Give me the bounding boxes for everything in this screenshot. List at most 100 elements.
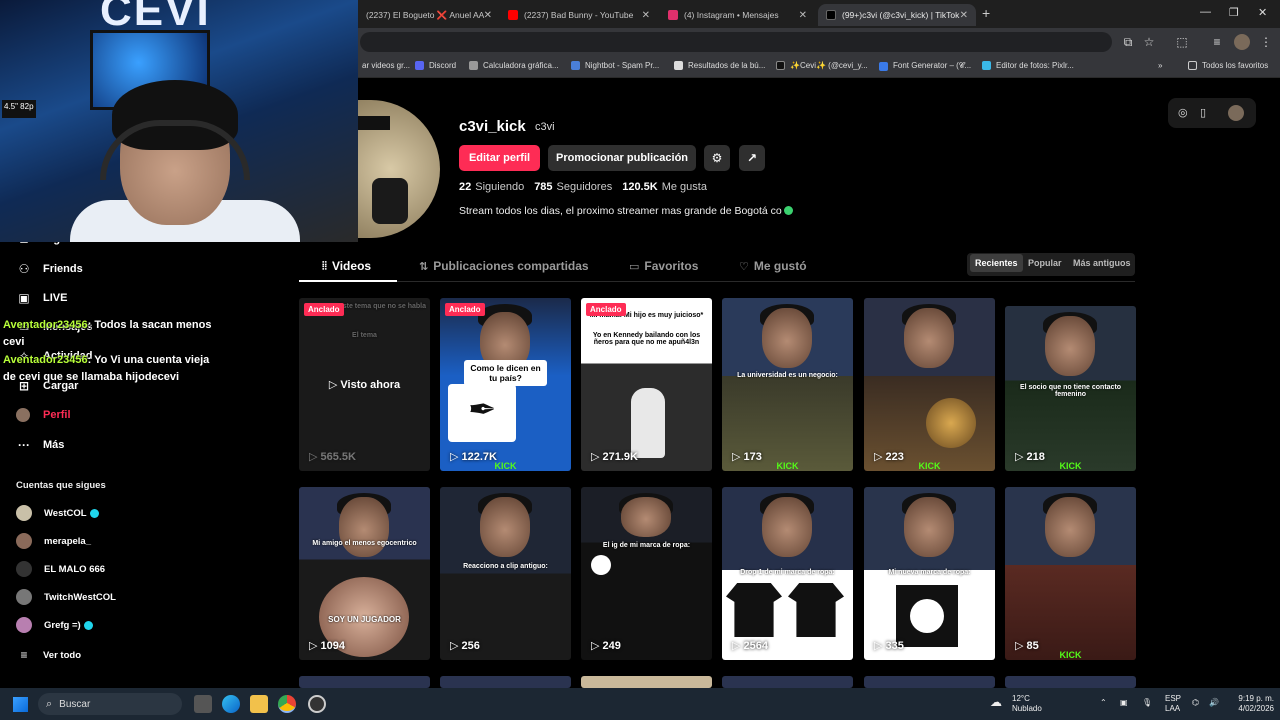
- sidebar-item-friends[interactable]: ⚇ Friends: [16, 262, 83, 276]
- profile-icon: [16, 408, 30, 422]
- tab-favorites[interactable]: ▭ Favoritos: [629, 259, 698, 273]
- see-all-link[interactable]: ≡ Ver todo: [16, 648, 81, 662]
- video-card[interactable]: [299, 676, 430, 688]
- clock[interactable]: 9:19 p. m. 4/02/2026: [1228, 694, 1274, 714]
- webcam-overlay: CEVI 4.5" 82p: [0, 0, 358, 242]
- tab-reposts[interactable]: ⇅ Publicaciones compartidas: [419, 259, 589, 273]
- video-card[interactable]: [581, 676, 712, 688]
- video-card[interactable]: [722, 676, 853, 688]
- video-card[interactable]: Mi amigo el menos egocentrico SOY UN JUG…: [299, 487, 430, 660]
- microphone-icon[interactable]: 🎙: [1142, 698, 1152, 708]
- close-tab-icon[interactable]: ✕: [642, 10, 650, 21]
- video-card[interactable]: [440, 676, 571, 688]
- followers-stat[interactable]: 785 Seguidores: [534, 181, 612, 193]
- video-card[interactable]: Como le dicen en tu país? ✒ Anclado KICK…: [440, 298, 571, 471]
- minimize-icon[interactable]: —: [1200, 6, 1211, 18]
- bookmark-item[interactable]: Calculadora gráfica...: [469, 61, 559, 70]
- video-caption: La universidad es un negocio:: [737, 372, 838, 379]
- bookmark-item[interactable]: Editor de fotos: Pixlr...: [982, 61, 1074, 70]
- following-stat[interactable]: 22 Siguiendo: [459, 181, 524, 193]
- weather-widget[interactable]: 12°C Nublado: [1012, 694, 1042, 714]
- profile-avatar-icon[interactable]: [1234, 34, 1250, 50]
- close-tab-icon[interactable]: ✕: [484, 10, 492, 21]
- sidebar-item-profile[interactable]: Perfil: [16, 408, 71, 422]
- bookmark-item[interactable]: Resultados de la bú...: [674, 61, 765, 70]
- sort-oldest-button[interactable]: Más antiguos: [1073, 258, 1131, 268]
- video-card[interactable]: Mi nueva marca de ropa: ▷ 335: [864, 487, 995, 660]
- pen-icon: ✒: [468, 391, 497, 429]
- extensions-icon[interactable]: ⬚: [1174, 34, 1190, 50]
- promote-post-button[interactable]: Promocionar publicación: [548, 145, 696, 171]
- bookmarks-overflow-icon[interactable]: »: [1158, 61, 1162, 70]
- sidebar-item-live[interactable]: ▣ LIVE: [16, 291, 67, 305]
- weather-desc: Nublado: [1012, 704, 1042, 713]
- new-tab-icon[interactable]: +: [982, 5, 990, 21]
- followed-account[interactable]: merapela_: [16, 533, 91, 549]
- coins-icon[interactable]: ◎: [1178, 106, 1188, 119]
- tshirt-icon: [726, 583, 782, 637]
- following-count: 22: [459, 181, 472, 193]
- url-input[interactable]: [360, 32, 1112, 52]
- close-tab-icon[interactable]: ✕: [799, 10, 807, 21]
- bookmark-item[interactable]: Nightbot - Spam Pr...: [571, 61, 659, 70]
- video-card[interactable]: Este tema que no se habla El tema Anclad…: [299, 298, 430, 471]
- file-explorer-icon[interactable]: [250, 695, 268, 713]
- user-avatar-icon[interactable]: [1228, 105, 1244, 121]
- windows-start-icon[interactable]: [13, 697, 28, 712]
- chrome-menu-icon[interactable]: ⋮: [1258, 34, 1274, 50]
- video-card[interactable]: [1005, 676, 1136, 688]
- sort-recent-button[interactable]: Recientes: [970, 254, 1023, 272]
- tab-liked[interactable]: ♡ Me gustó: [739, 259, 807, 273]
- obs-icon[interactable]: [308, 695, 326, 713]
- browser-tab[interactable]: (2237) El Bogueto ❌ Anuel AA ✕: [358, 4, 500, 26]
- video-card[interactable]: El ig de mi marca de ropa: ▷ 249: [581, 487, 712, 660]
- edit-profile-button[interactable]: Editar perfil: [459, 145, 540, 171]
- language-indicator[interactable]: ESP LAA: [1165, 694, 1181, 714]
- phone-icon[interactable]: ▯: [1200, 106, 1206, 119]
- followed-account[interactable]: EL MALO 666: [16, 561, 105, 577]
- bookmark-item[interactable]: Font Generator – (𝓒...: [879, 61, 971, 71]
- cast-icon[interactable]: ⧉: [1120, 34, 1136, 50]
- tray-chevron-icon[interactable]: ⌃: [1100, 698, 1107, 708]
- network-icon[interactable]: ⌬: [1192, 698, 1199, 708]
- bookmark-item[interactable]: Discord: [415, 61, 456, 70]
- chrome-icon[interactable]: [278, 695, 296, 713]
- bookmark-star-icon[interactable]: ☆: [1141, 34, 1157, 50]
- video-card[interactable]: Drop 1 de mi marca de ropa: ▷ 2564: [722, 487, 853, 660]
- followed-account[interactable]: TwitchWestCOL: [16, 589, 116, 605]
- taskbar-search[interactable]: ⌕ Buscar: [38, 693, 182, 715]
- app-tray-icon[interactable]: ▣: [1120, 698, 1128, 708]
- browser-tab-active[interactable]: (99+)c3vi (@c3vi_kick) | TikTok ✕: [818, 4, 976, 26]
- sidebar-item-more[interactable]: ··· Más: [16, 438, 64, 452]
- task-view-icon[interactable]: [194, 695, 212, 713]
- account-name: TwitchWestCOL: [44, 591, 116, 603]
- close-window-icon[interactable]: ✕: [1258, 6, 1267, 19]
- sort-popular-button[interactable]: Popular: [1028, 258, 1062, 268]
- bookmark-item[interactable]: ✨Cevi✨ (@cevi_y...: [776, 61, 868, 70]
- settings-gear-icon[interactable]: ⚙: [704, 145, 730, 171]
- volume-icon[interactable]: 🔊: [1209, 698, 1219, 708]
- reading-list-icon[interactable]: ≡: [1209, 34, 1225, 50]
- video-card[interactable]: Mi mamá: Mi hijo es muy juicioso* Yo en …: [581, 298, 712, 471]
- bookmark-item[interactable]: Todos los favoritos: [1188, 61, 1268, 70]
- video-card[interactable]: [864, 676, 995, 688]
- chat-user: Aventador23456: [3, 354, 88, 366]
- edge-icon[interactable]: [222, 695, 240, 713]
- browser-tab[interactable]: (2237) Bad Bunny - YouTube ✕: [500, 4, 658, 26]
- account-name: EL MALO 666: [44, 563, 106, 575]
- video-card[interactable]: KICK ▷ 223: [864, 298, 995, 471]
- followed-account[interactable]: Grefg =): [16, 617, 93, 633]
- share-icon[interactable]: ↗: [739, 145, 765, 171]
- tab-videos[interactable]: ⦙⦙ Videos: [322, 259, 371, 273]
- video-card[interactable]: El socio que no tiene contacto femenino …: [1005, 306, 1136, 471]
- followed-account[interactable]: WestCOL: [16, 505, 99, 521]
- video-card[interactable]: KICK ▷ 85: [1005, 487, 1136, 660]
- restore-icon[interactable]: ❐: [1229, 6, 1239, 19]
- browser-tab[interactable]: (4) Instagram • Mensajes ✕: [660, 4, 815, 26]
- close-tab-icon[interactable]: ✕: [960, 10, 968, 21]
- nightbot-icon: [571, 61, 580, 70]
- profile-avatar[interactable]: [358, 100, 440, 238]
- bookmark-item[interactable]: ar videos gr...: [362, 61, 410, 70]
- video-card[interactable]: Reacciono a clip antiguo: ▷ 256: [440, 487, 571, 660]
- video-card[interactable]: La universidad es un negocio: KICK ▷ 173: [722, 298, 853, 471]
